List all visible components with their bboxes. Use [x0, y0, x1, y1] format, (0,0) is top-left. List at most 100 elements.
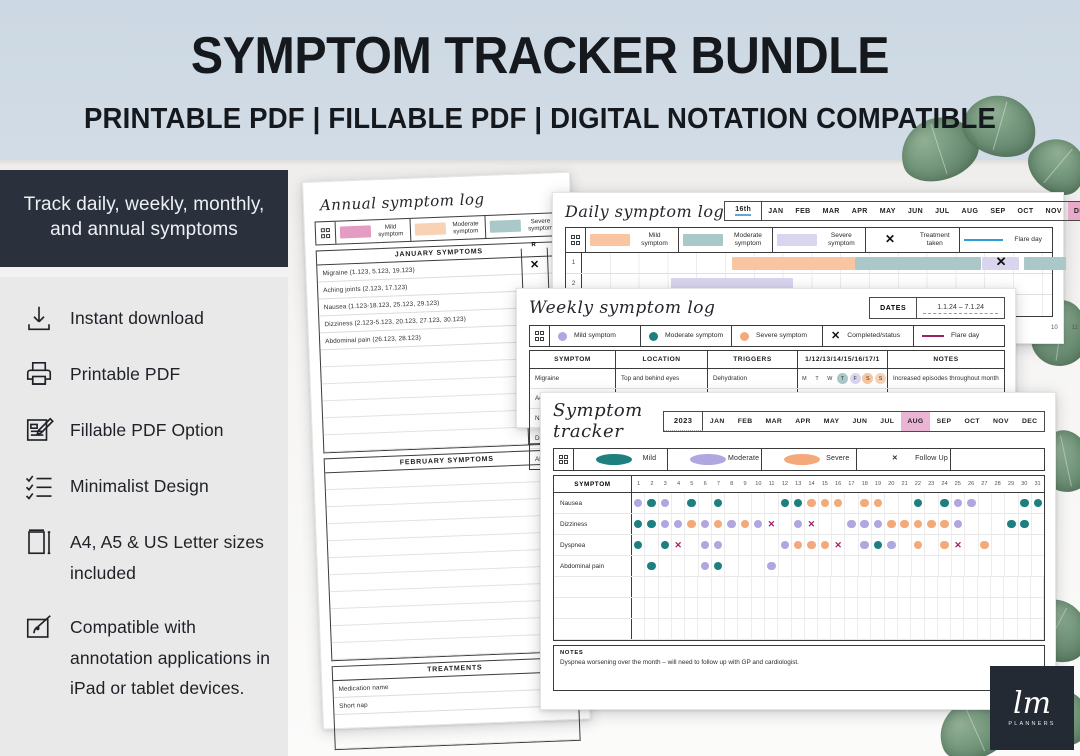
mark-cell[interactable] [659, 514, 672, 534]
mark-cell[interactable] [819, 514, 832, 534]
table-row-empty[interactable] [554, 577, 1045, 598]
severity-dot[interactable] [913, 498, 923, 508]
mark-cell[interactable] [965, 535, 979, 555]
mark-cell[interactable] [765, 556, 779, 576]
mark-cell[interactable] [885, 535, 899, 555]
month-aug-active[interactable]: AUG [900, 411, 931, 431]
severity-dot[interactable] [807, 498, 816, 508]
severity-bar[interactable] [732, 257, 855, 270]
tracker-month-selector[interactable]: 2023 JAN FEB MAR APR MAY JUN JUL AUG SEP… [662, 410, 1045, 432]
mark-cell[interactable] [939, 535, 952, 555]
cell-marks[interactable] [632, 556, 1044, 576]
severity-dot[interactable] [700, 561, 710, 571]
mark-cell[interactable] [912, 556, 926, 576]
severity-dot[interactable] [860, 498, 869, 508]
tracker-year[interactable]: 2023 [663, 411, 704, 431]
table-row[interactable]: Dizziness ✕ ✕ [554, 514, 1044, 535]
mark-cell[interactable] [765, 493, 779, 513]
month-mar[interactable]: MAR [759, 412, 789, 431]
mark-cell[interactable] [832, 556, 846, 576]
month-mar[interactable]: MAR [817, 202, 846, 220]
month-jan[interactable]: JAN [762, 202, 789, 220]
mark-cell[interactable] [725, 514, 739, 534]
mark-cell[interactable] [1032, 514, 1044, 534]
mark-cell[interactable] [859, 493, 872, 513]
month-nov[interactable]: NOV [1040, 202, 1068, 220]
severity-dot[interactable] [633, 519, 643, 529]
month-feb[interactable]: FEB [731, 412, 759, 431]
mark-cell[interactable] [805, 556, 819, 576]
x-icon[interactable]: ✕ [808, 519, 816, 529]
severity-dot[interactable] [927, 519, 936, 529]
x-icon[interactable]: ✕ [674, 540, 682, 550]
severity-dot[interactable] [767, 561, 776, 571]
severity-dot[interactable] [793, 498, 803, 508]
mark-cell[interactable] [792, 556, 806, 576]
severity-dot[interactable] [753, 519, 763, 529]
severity-dot[interactable] [940, 498, 949, 508]
mark-cell[interactable] [752, 535, 766, 555]
severity-dot[interactable] [793, 519, 803, 529]
mark-cell[interactable] [792, 535, 806, 555]
mark-cell[interactable] [1005, 535, 1019, 555]
mark-cell[interactable] [739, 493, 752, 513]
mark-cell[interactable] [912, 514, 926, 534]
mark-cell[interactable] [925, 556, 939, 576]
x-icon[interactable]: ✕ [834, 540, 842, 550]
x-icon[interactable]: ✕ [996, 255, 1007, 268]
mark-cell[interactable] [752, 556, 766, 576]
mark-cell[interactable] [712, 556, 726, 576]
daily-row[interactable]: 1 ✕ [566, 253, 1067, 274]
mark-cell[interactable] [699, 535, 712, 555]
month-dec[interactable]: DEC [1015, 412, 1044, 431]
mark-cell[interactable] [685, 493, 699, 513]
mark-cell[interactable] [872, 493, 886, 513]
mark-cell[interactable] [1005, 514, 1019, 534]
mark-cell[interactable] [925, 514, 939, 534]
mark-cell[interactable] [739, 514, 752, 534]
severity-dot[interactable] [953, 519, 963, 529]
severity-dot[interactable] [967, 498, 976, 508]
mark-cell[interactable] [885, 514, 899, 534]
mark-cell[interactable] [645, 493, 659, 513]
mark-cell[interactable] [805, 535, 819, 555]
mark-cell[interactable] [819, 535, 832, 555]
mark-cell[interactable] [872, 556, 886, 576]
month-may[interactable]: MAY [874, 202, 902, 220]
mark-cell[interactable] [872, 535, 886, 555]
severity-dot[interactable] [647, 498, 656, 508]
mark-cell[interactable] [632, 556, 646, 576]
mark-cell[interactable] [765, 535, 779, 555]
mark-cell[interactable] [965, 556, 979, 576]
cell-marks[interactable]: ✕ ✕ [632, 514, 1044, 534]
severity-dot[interactable] [740, 519, 750, 529]
mark-cell[interactable] [752, 514, 766, 534]
mark-cell[interactable] [965, 514, 979, 534]
month-jul[interactable]: JUL [874, 412, 901, 431]
x-icon[interactable]: ✕ [768, 519, 776, 529]
table-row[interactable]: Abdominal pain [554, 556, 1044, 577]
cell-marks[interactable] [632, 493, 1044, 513]
mark-cell[interactable] [712, 514, 726, 534]
severity-dot[interactable] [700, 540, 710, 550]
mark-cell[interactable] [659, 493, 672, 513]
table-row[interactable]: Migraine Top and behind eyes Dehydration… [530, 369, 1004, 389]
severity-dot[interactable] [673, 519, 683, 529]
mark-cell[interactable] [1005, 493, 1019, 513]
severity-dot[interactable] [913, 519, 923, 529]
cell-days[interactable]: M T W T F S S [798, 369, 888, 388]
month-jun[interactable]: JUN [846, 412, 874, 431]
mark-cell[interactable] [885, 556, 899, 576]
mark-cell[interactable] [832, 493, 846, 513]
month-nov[interactable]: NOV [987, 412, 1016, 431]
table-row[interactable]: Dyspnea ✕ ✕ ✕ [554, 535, 1044, 556]
severity-bar[interactable] [854, 257, 982, 270]
severity-dot[interactable] [860, 519, 869, 529]
severity-bar[interactable] [1023, 257, 1067, 270]
mark-cell[interactable] [1019, 556, 1032, 576]
cell-marks[interactable]: ✕ ✕ ✕ [632, 535, 1044, 555]
mark-cell[interactable] [979, 514, 992, 534]
mark-cell[interactable] [992, 556, 1006, 576]
month-jan[interactable]: JAN [703, 412, 731, 431]
daily-month-selector[interactable]: 16th JAN FEB MAR APR MAY JUN JUL AUG SEP… [724, 201, 1080, 221]
